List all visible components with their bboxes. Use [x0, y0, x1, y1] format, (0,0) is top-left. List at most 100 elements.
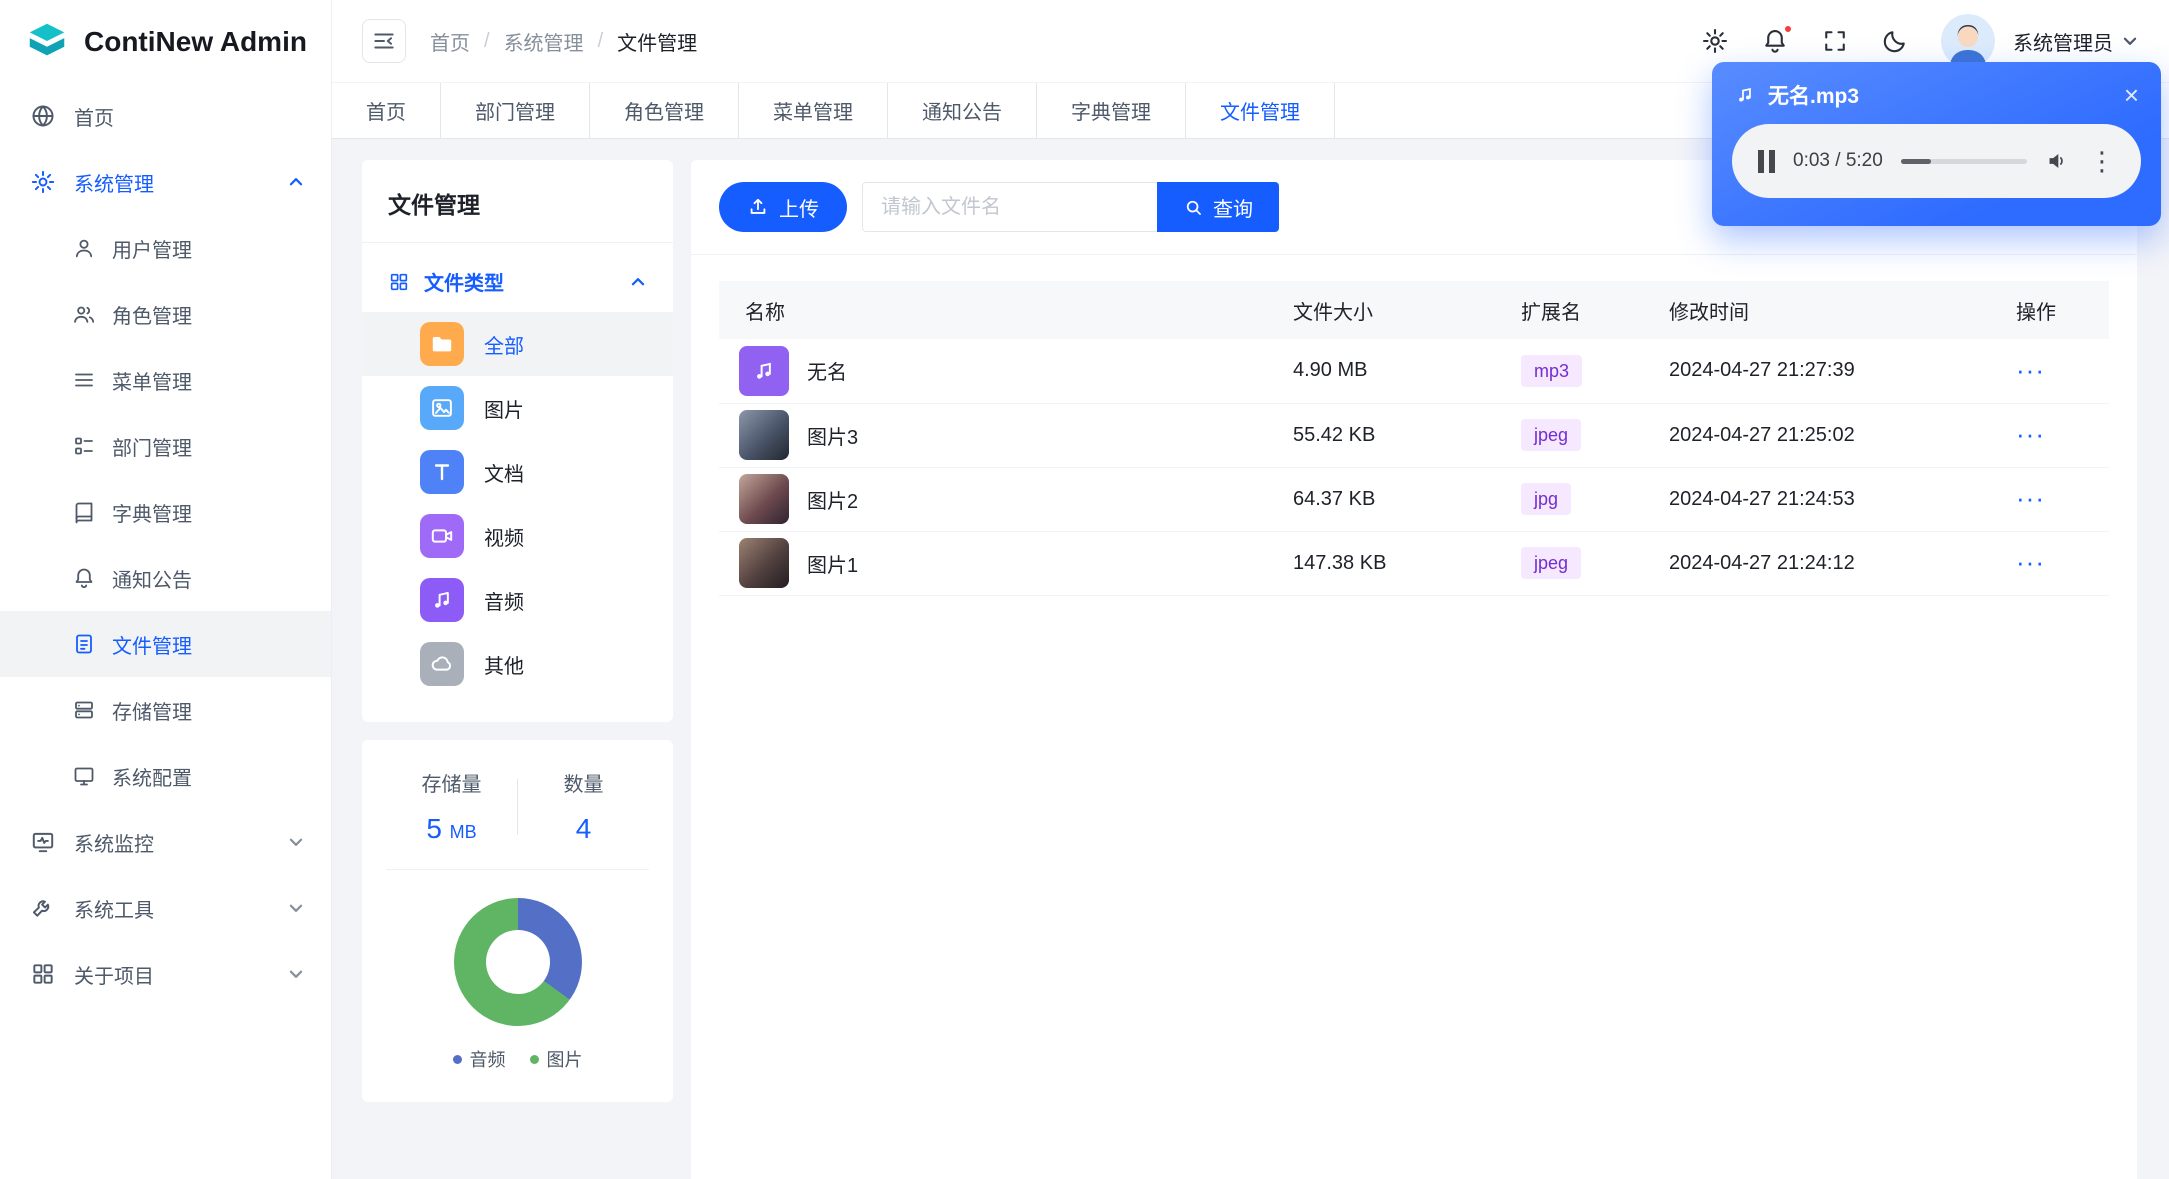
storage-stat: 存储量 5 MB [386, 768, 517, 845]
table-header-row: 名称 文件大小 扩展名 修改时间 操作 [719, 281, 2109, 339]
user-icon [75, 239, 93, 258]
player-menu-button[interactable]: ⋮ [2089, 148, 2115, 174]
gear-icon [1702, 28, 1728, 54]
chevron-down-icon [289, 838, 303, 846]
row-more-button[interactable]: ··· [2016, 355, 2045, 385]
close-icon[interactable]: × [2124, 82, 2139, 108]
file-time: 2024-04-27 21:27:39 [1669, 339, 2016, 404]
sidebar: ContiNew Admin 首页 系统管理 用户管理 角色管理 菜单管理 部门… [0, 0, 332, 1179]
search-group: 查询 [862, 182, 1279, 232]
sidebar-collapse-button[interactable] [362, 19, 406, 63]
col-header-time: 修改时间 [1669, 281, 2016, 339]
row-more-button[interactable]: ··· [2016, 483, 2045, 513]
row-more-button[interactable]: ··· [2016, 547, 2045, 577]
app-logo[interactable]: ContiNew Admin [0, 0, 331, 83]
seek-bar-fill [1900, 158, 1932, 164]
row-more-button[interactable]: ··· [2016, 419, 2045, 449]
chart-legend: 音频 图片 [452, 1046, 583, 1072]
sidebar-item-tools[interactable]: 系统工具 [0, 875, 331, 941]
table-row[interactable]: 图片3 55.42 KB jpeg 2024-04-27 21:25:02 ··… [719, 403, 2109, 468]
settings-button[interactable] [1701, 27, 1729, 55]
audio-controls: 0:03 / 5:20 ⋮ [1732, 124, 2141, 198]
globe-icon [32, 105, 54, 127]
sidebar-item-about[interactable]: 关于项目 [0, 941, 331, 1007]
sidebar-item-label: 首页 [74, 107, 114, 130]
seek-bar[interactable] [1900, 158, 2027, 164]
legend-label: 图片 [546, 1050, 583, 1070]
grid-small-icon [390, 273, 408, 290]
image-thumb [739, 474, 789, 524]
type-item-video[interactable]: 视频 [362, 504, 673, 568]
legend-item-audio: 音频 [452, 1046, 506, 1072]
volume-button[interactable] [2045, 148, 2071, 174]
sidebar-item-storage-mgmt[interactable]: 存储管理 [0, 677, 331, 743]
fullscreen-button[interactable] [1821, 27, 1849, 55]
bell-icon [75, 568, 93, 588]
sidebar-item-user-mgmt[interactable]: 用户管理 [0, 215, 331, 281]
book-icon [75, 502, 93, 524]
sidebar-item-label: 文件管理 [112, 635, 192, 658]
sidebar-item-monitoring[interactable]: 系统监控 [0, 809, 331, 875]
user-menu[interactable]: 系统管理员 [1941, 14, 2139, 68]
sidebar-item-dict-mgmt[interactable]: 字典管理 [0, 479, 331, 545]
chevron-down-icon [2123, 37, 2137, 45]
table-row[interactable]: 图片2 64.37 KB jpg 2024-04-27 21:24:53 ··· [719, 467, 2109, 532]
sidebar-item-label: 部门管理 [112, 437, 192, 460]
table-row[interactable]: 无名 4.90 MB mp3 2024-04-27 21:27:39 ··· [719, 339, 2109, 404]
ext-badge: jpeg [1521, 547, 1582, 579]
file-name: 图片2 [807, 490, 859, 513]
sidebar-item-home[interactable]: 首页 [0, 83, 331, 149]
chevron-down-icon [289, 904, 303, 912]
tab-role[interactable]: 角色管理 [590, 83, 739, 138]
tab-home[interactable]: 首页 [332, 83, 441, 138]
sidebar-item-label: 存储管理 [112, 701, 192, 724]
type-item-other[interactable]: 其他 [362, 632, 673, 696]
search-input[interactable] [862, 182, 1157, 232]
tab-notice[interactable]: 通知公告 [888, 83, 1037, 138]
image-thumb [739, 538, 789, 588]
sidebar-item-label: 角色管理 [112, 305, 192, 328]
file-size: 55.42 KB [1293, 403, 1521, 468]
tree-list-icon [75, 437, 93, 455]
breadcrumb-item[interactable]: 系统管理 [504, 27, 584, 56]
type-item-audio[interactable]: 音频 [362, 568, 673, 632]
ext-badge: jpg [1521, 483, 1572, 515]
type-item-doc[interactable]: 文档 [362, 440, 673, 504]
tab-menu[interactable]: 菜单管理 [739, 83, 888, 138]
storage-icon [75, 701, 93, 719]
type-item-image[interactable]: 图片 [362, 376, 673, 440]
file-time: 2024-04-27 21:24:12 [1669, 531, 2016, 596]
sidebar-item-role-mgmt[interactable]: 角色管理 [0, 281, 331, 347]
tab-file[interactable]: 文件管理 [1186, 83, 1335, 138]
sidebar-item-notice[interactable]: 通知公告 [0, 545, 331, 611]
sidebar-item-label: 字典管理 [112, 503, 192, 526]
notifications-button[interactable] [1761, 24, 1793, 55]
grid-icon [33, 964, 53, 984]
file-type-group-toggle[interactable]: 文件类型 [362, 243, 673, 312]
sidebar-item-sys-config[interactable]: 系统配置 [0, 743, 331, 809]
page-content: 文件管理 文件类型 全部 图片 文档 视频 音频 其他 存储量 5 MB 数量 … [332, 139, 2169, 1179]
upload-button[interactable]: 上传 [719, 182, 847, 232]
pause-button[interactable] [1758, 149, 1775, 173]
breadcrumb-item[interactable]: 首页 [430, 27, 470, 56]
chevron-down-icon [289, 970, 303, 978]
dark-mode-button[interactable] [1881, 27, 1909, 55]
type-item-all[interactable]: 全部 [362, 312, 673, 376]
tab-dict[interactable]: 字典管理 [1037, 83, 1186, 138]
image-thumb [739, 410, 789, 460]
legend-label: 音频 [469, 1050, 506, 1070]
sidebar-item-label: 系统工具 [74, 899, 154, 922]
query-button[interactable]: 查询 [1157, 182, 1279, 232]
tab-dept[interactable]: 部门管理 [441, 83, 590, 138]
sidebar-item-file-mgmt[interactable]: 文件管理 [0, 611, 331, 677]
count-value: 4 [575, 813, 592, 844]
sidebar-item-dept-mgmt[interactable]: 部门管理 [0, 413, 331, 479]
file-type-panel: 文件管理 文件类型 全部 图片 文档 视频 音频 其他 存储量 5 MB 数量 … [362, 160, 673, 1102]
app-title: ContiNew Admin [84, 25, 307, 57]
table-row[interactable]: 图片1 147.38 KB jpeg 2024-04-27 21:24:12 ·… [719, 531, 2109, 596]
sidebar-item-menu-mgmt[interactable]: 菜单管理 [0, 347, 331, 413]
file-size: 4.90 MB [1293, 339, 1521, 404]
legend-item-image: 图片 [529, 1046, 583, 1072]
stats-row: 存储量 5 MB 数量 4 [386, 768, 649, 869]
sidebar-item-system[interactable]: 系统管理 [0, 149, 331, 215]
